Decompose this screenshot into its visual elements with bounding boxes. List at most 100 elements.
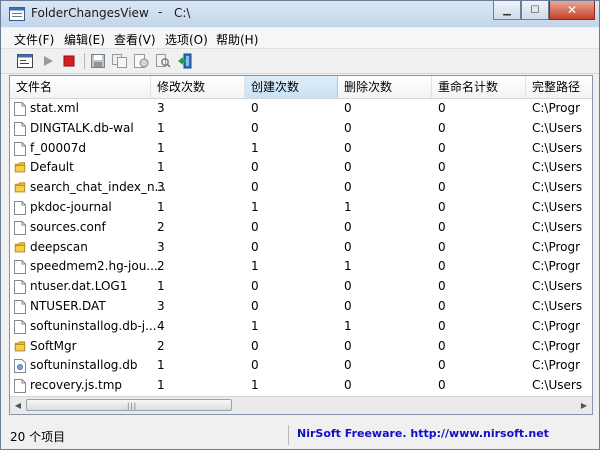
- find-icon: [155, 54, 171, 68]
- window-title-path: C:\: [174, 6, 191, 20]
- cell-modified: 3: [157, 239, 165, 254]
- stop-button[interactable]: [61, 53, 77, 69]
- cell-deleted: 0: [344, 219, 352, 234]
- caption-buttons: ▁ ☐ ✕: [493, 1, 595, 21]
- scroll-left-button[interactable]: ◀: [11, 399, 25, 412]
- cell-deleted: 0: [344, 378, 352, 393]
- column-header-deleted[interactable]: 删除次数: [338, 76, 432, 98]
- table-row[interactable]: NTUSER.DAT 3 0 0 0 C:\Users: [10, 297, 592, 317]
- title-bar[interactable]: FolderChangesView - C:\ ▁ ☐ ✕: [1, 1, 599, 27]
- cell-modified: 1: [157, 378, 165, 393]
- cell-filename: ntuser.dat.LOG1: [30, 279, 128, 294]
- table-row[interactable]: softuninstallog.db 1 0 0 0 C:\Progr: [10, 356, 592, 376]
- cell-deleted: 0: [344, 120, 352, 135]
- table-row[interactable]: deepscan 3 0 0 0 C:\Progr: [10, 238, 592, 258]
- copy-button[interactable]: [111, 53, 127, 69]
- cell-modified: 2: [157, 219, 165, 234]
- cell-created: 0: [251, 358, 259, 373]
- find-button[interactable]: [155, 53, 171, 69]
- scrollbar-thumb[interactable]: |||: [26, 399, 232, 411]
- menu-help[interactable]: 帮助(H): [216, 31, 258, 48]
- cell-fullpath: C:\Users: [532, 378, 583, 393]
- table-row[interactable]: Default 1 0 0 0 C:\Users: [10, 158, 592, 178]
- copy-icon: [111, 54, 127, 68]
- exit-icon: [178, 53, 192, 69]
- cell-modified: 4: [157, 318, 165, 333]
- folder-icon: [14, 242, 26, 252]
- app-icon: [9, 7, 25, 21]
- changes-list[interactable]: 文件名 修改次数 创建次数 删除次数 重命名计数 完整路径 stat.xml 3 0…: [9, 75, 593, 415]
- table-row[interactable]: stat.xml 3 0 0 0 C:\Progr: [10, 99, 592, 119]
- cell-deleted: 1: [344, 199, 352, 214]
- column-header-modified[interactable]: 修改次数: [151, 76, 245, 98]
- cell-modified: 1: [157, 120, 165, 135]
- menu-options[interactable]: 选项(O): [165, 31, 208, 48]
- table-row[interactable]: f_00007d 1 1 0 0 C:\Users: [10, 139, 592, 159]
- cell-filename: recovery.js.tmp: [30, 378, 123, 393]
- column-header-fullpath[interactable]: 完整路径: [526, 76, 592, 98]
- cell-renamed: 0: [438, 180, 446, 195]
- cell-deleted: 0: [344, 239, 352, 254]
- cell-filename: speedmem2.hg-jou...: [30, 259, 158, 274]
- html-report-button[interactable]: [133, 53, 149, 69]
- column-header-renamed[interactable]: 重命名计数: [432, 76, 526, 98]
- cell-modified: 1: [157, 199, 165, 214]
- cell-fullpath: C:\Users: [532, 120, 583, 135]
- cell-modified: 1: [157, 160, 165, 175]
- table-row[interactable]: SoftMgr 2 0 0 0 C:\Progr: [10, 337, 592, 357]
- status-divider: [288, 425, 289, 445]
- scrollbar-grip: |||: [127, 402, 138, 410]
- nirsoft-link[interactable]: NirSoft Freeware. http://www.nirsoft.net: [297, 427, 549, 440]
- table-row[interactable]: softuninstallog.db-j... 4 1 1 0 C:\Progr: [10, 317, 592, 337]
- toolbar: [1, 49, 599, 74]
- file-icon: [14, 200, 26, 215]
- cell-created: 0: [251, 120, 259, 135]
- cell-deleted: 0: [344, 160, 352, 175]
- menu-view[interactable]: 查看(V): [114, 31, 156, 48]
- cell-fullpath: C:\Users: [532, 180, 583, 195]
- cell-created: 0: [251, 180, 259, 195]
- arrow-left-icon: ◀: [14, 401, 22, 410]
- list-rows: stat.xml 3 0 0 0 C:\Progr DINGTALK.db-wal 1 0 0 0 C…: [10, 99, 592, 414]
- exit-button[interactable]: [177, 53, 193, 69]
- maximize-button[interactable]: ☐: [521, 1, 549, 20]
- horizontal-scrollbar[interactable]: ◀ ||| ▶: [10, 396, 592, 414]
- cell-renamed: 0: [438, 120, 446, 135]
- cell-modified: 1: [157, 358, 165, 373]
- cell-filename: pkdoc-journal: [30, 199, 112, 214]
- html-report-icon: [133, 54, 148, 68]
- cell-filename: SoftMgr: [30, 338, 77, 353]
- minimize-icon: ▁: [503, 4, 511, 16]
- table-row[interactable]: recovery.js.tmp 1 1 0 0 C:\Users: [10, 376, 592, 396]
- folder-icon: [14, 340, 26, 351]
- item-count: 20 个项目: [10, 430, 66, 444]
- close-button[interactable]: ✕: [549, 1, 595, 20]
- folder-icon: [14, 162, 26, 173]
- cell-modified: 2: [157, 259, 165, 274]
- menu-edit[interactable]: 编辑(E): [64, 31, 105, 48]
- minimize-button[interactable]: ▁: [493, 1, 521, 20]
- scroll-right-button[interactable]: ▶: [577, 399, 591, 412]
- cell-deleted: 0: [344, 101, 352, 115]
- cell-renamed: 0: [438, 378, 446, 393]
- table-row[interactable]: search_chat_index_n... 3 0 0 0 C:\Users: [10, 178, 592, 198]
- cell-deleted: 1: [344, 318, 352, 333]
- cell-modified: 1: [157, 279, 165, 294]
- start-button[interactable]: [40, 53, 56, 69]
- save-button[interactable]: [90, 53, 106, 69]
- cell-filename: softuninstallog.db-j...: [30, 318, 157, 333]
- cell-filename: search_chat_index_n...: [30, 180, 167, 195]
- table-row[interactable]: pkdoc-journal 1 1 1 0 C:\Users: [10, 198, 592, 218]
- table-row[interactable]: DINGTALK.db-wal 1 0 0 0 C:\Users: [10, 119, 592, 139]
- menu-file[interactable]: 文件(F): [14, 31, 54, 48]
- properties-button[interactable]: [17, 53, 33, 69]
- cell-deleted: 0: [344, 358, 352, 373]
- column-header-created[interactable]: 创建次数: [245, 76, 338, 98]
- cell-created: 0: [251, 338, 259, 353]
- cell-renamed: 0: [438, 239, 446, 254]
- table-row[interactable]: speedmem2.hg-jou... 2 1 1 0 C:\Progr: [10, 257, 592, 277]
- cell-fullpath: C:\Progr: [532, 259, 581, 274]
- column-header-filename[interactable]: 文件名: [10, 76, 151, 98]
- table-row[interactable]: ntuser.dat.LOG1 1 0 0 0 C:\Users: [10, 277, 592, 297]
- table-row[interactable]: sources.conf 2 0 0 0 C:\Users: [10, 218, 592, 238]
